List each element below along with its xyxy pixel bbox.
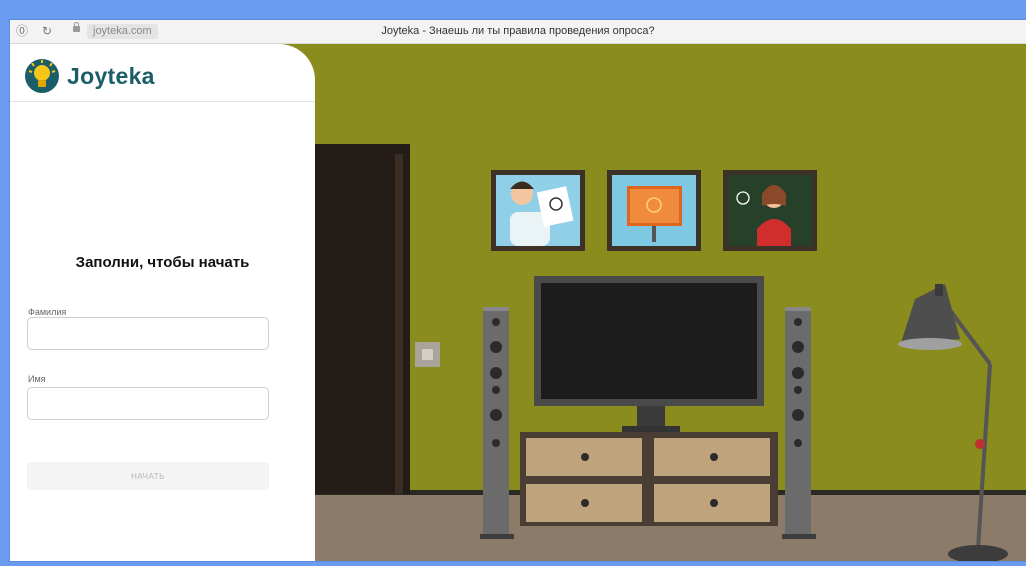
browser-toolbar: ⓪ ↻ joyteka.com Joyteka - Знаешь ли ты п… <box>10 20 1026 44</box>
light-switch <box>415 342 440 367</box>
speaker-left <box>480 307 514 539</box>
start-button[interactable]: НАЧАТЬ <box>27 462 269 490</box>
form-panel: Joyteka Заполни, чтобы начать Фамилия Им… <box>10 44 315 561</box>
browser-window: ⓪ ↻ joyteka.com Joyteka - Знаешь ли ты п… <box>10 20 1026 561</box>
lightbulb-icon <box>25 59 59 93</box>
speaker-right <box>782 307 816 539</box>
picture-frame-teacher <box>723 170 817 251</box>
surname-input[interactable] <box>27 317 269 350</box>
page-tab-title: Joyteka - Знаешь ли ты правила проведени… <box>381 25 655 37</box>
tv-stand <box>520 432 778 526</box>
header-divider <box>10 101 315 102</box>
form-title: Заполни, чтобы начать <box>75 254 250 271</box>
name-input[interactable] <box>27 387 269 420</box>
joyteka-logo[interactable]: Joyteka <box>24 56 155 96</box>
logo-text: Joyteka <box>67 62 155 89</box>
surname-label: Фамилия <box>28 307 67 317</box>
picture-frame-boy <box>491 170 585 251</box>
name-label: Имя <box>28 374 46 384</box>
picture-frame-lightbulb <box>607 170 701 251</box>
doorway <box>305 144 410 494</box>
